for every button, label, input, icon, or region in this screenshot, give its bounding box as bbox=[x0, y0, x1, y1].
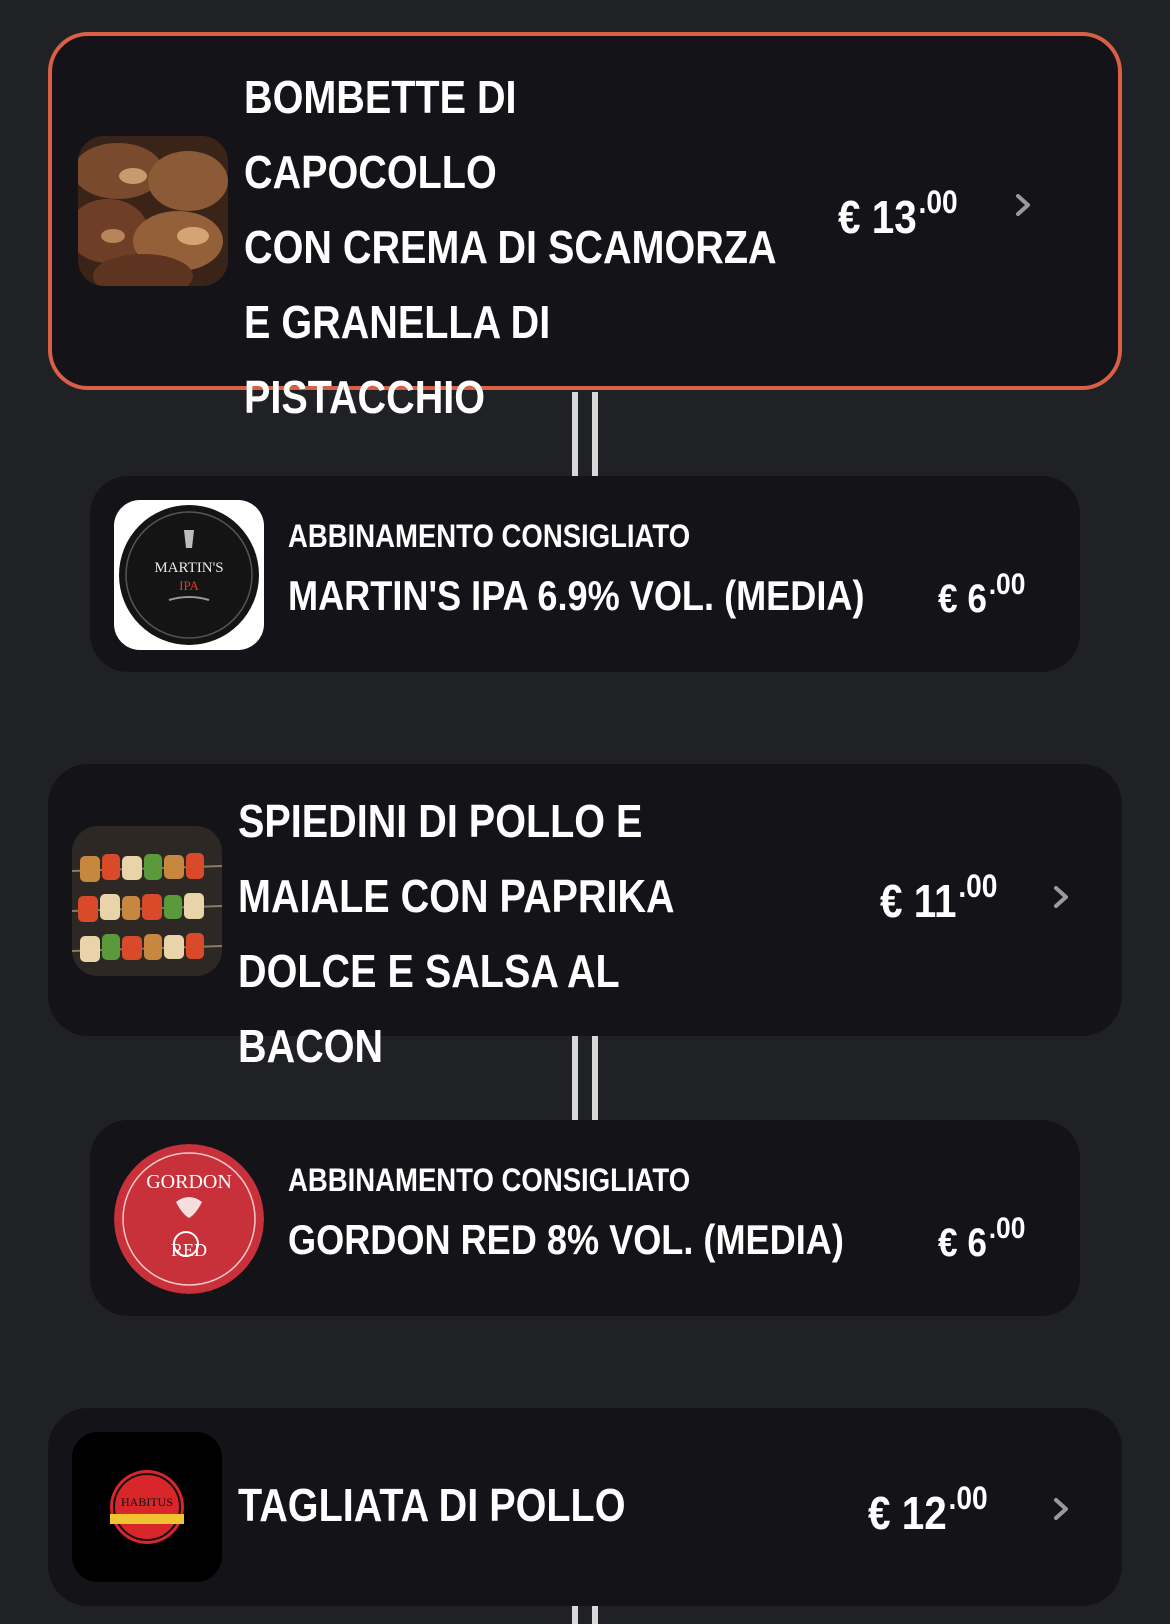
svg-text:GORDON: GORDON bbox=[146, 1171, 232, 1193]
pairing-label: Abbinamento consigliato bbox=[288, 518, 691, 554]
pairing-label: Abbinamento consigliato bbox=[288, 1162, 691, 1198]
skewers-image bbox=[72, 826, 222, 976]
item-title: Bombette di capocollo con crema di scamo… bbox=[244, 71, 777, 423]
item-title: Tagliata di pollo bbox=[238, 1479, 626, 1531]
pairing-price: € 6.00 bbox=[938, 1212, 1026, 1265]
svg-text:HABITUS: HABITUS bbox=[121, 1495, 173, 1509]
pairing-connector bbox=[572, 1606, 598, 1624]
martins-beer-logo: MARTIN'S IPA bbox=[114, 500, 264, 650]
chevron-right-icon[interactable] bbox=[1048, 1496, 1074, 1522]
gordon-beer-logo: GORDON RED bbox=[114, 1144, 264, 1294]
pairing-name: Gordon Red 8% vol. (media) bbox=[288, 1216, 844, 1263]
menu-item-card-bombette[interactable]: Bombette di capocollo con crema di scamo… bbox=[48, 32, 1122, 423]
pairing-card-gordon[interactable]: GORDON RED Abbinamento consigliato Gordo… bbox=[90, 1120, 1080, 1316]
menu-item-card-spiedini[interactable]: Spiedini di pollo e maiale con paprika d… bbox=[48, 764, 1122, 1072]
menu-item-card-tagliata[interactable]: HABITUS Tagliata di pollo € 12.00 bbox=[48, 1408, 1122, 1606]
item-price: € 13.00 bbox=[838, 184, 958, 243]
chevron-right-icon[interactable] bbox=[1048, 884, 1074, 910]
pairing-price: € 6.00 bbox=[938, 568, 1026, 621]
pairing-card-martins[interactable]: MARTIN'S IPA Abbinamento consigliato Mar… bbox=[90, 476, 1080, 672]
item-price: € 11.00 bbox=[880, 868, 998, 927]
pairing-connector bbox=[572, 392, 598, 476]
pairing-connector bbox=[572, 1036, 598, 1120]
grilled-meat-image bbox=[78, 136, 228, 286]
habitus-logo-image: HABITUS bbox=[72, 1432, 222, 1582]
menu-page: Bombette di capocollo con crema di scamo… bbox=[0, 0, 1170, 1624]
item-price: € 12.00 bbox=[868, 1480, 988, 1539]
pairing-name: Martin's IPA 6.9% vol. (media) bbox=[288, 572, 865, 619]
svg-text:IPA: IPA bbox=[179, 578, 199, 593]
svg-text:MARTIN'S: MARTIN'S bbox=[154, 560, 223, 576]
chevron-right-icon[interactable] bbox=[1010, 192, 1036, 218]
item-title: Spiedini di pollo e maiale con paprika d… bbox=[238, 795, 675, 1072]
